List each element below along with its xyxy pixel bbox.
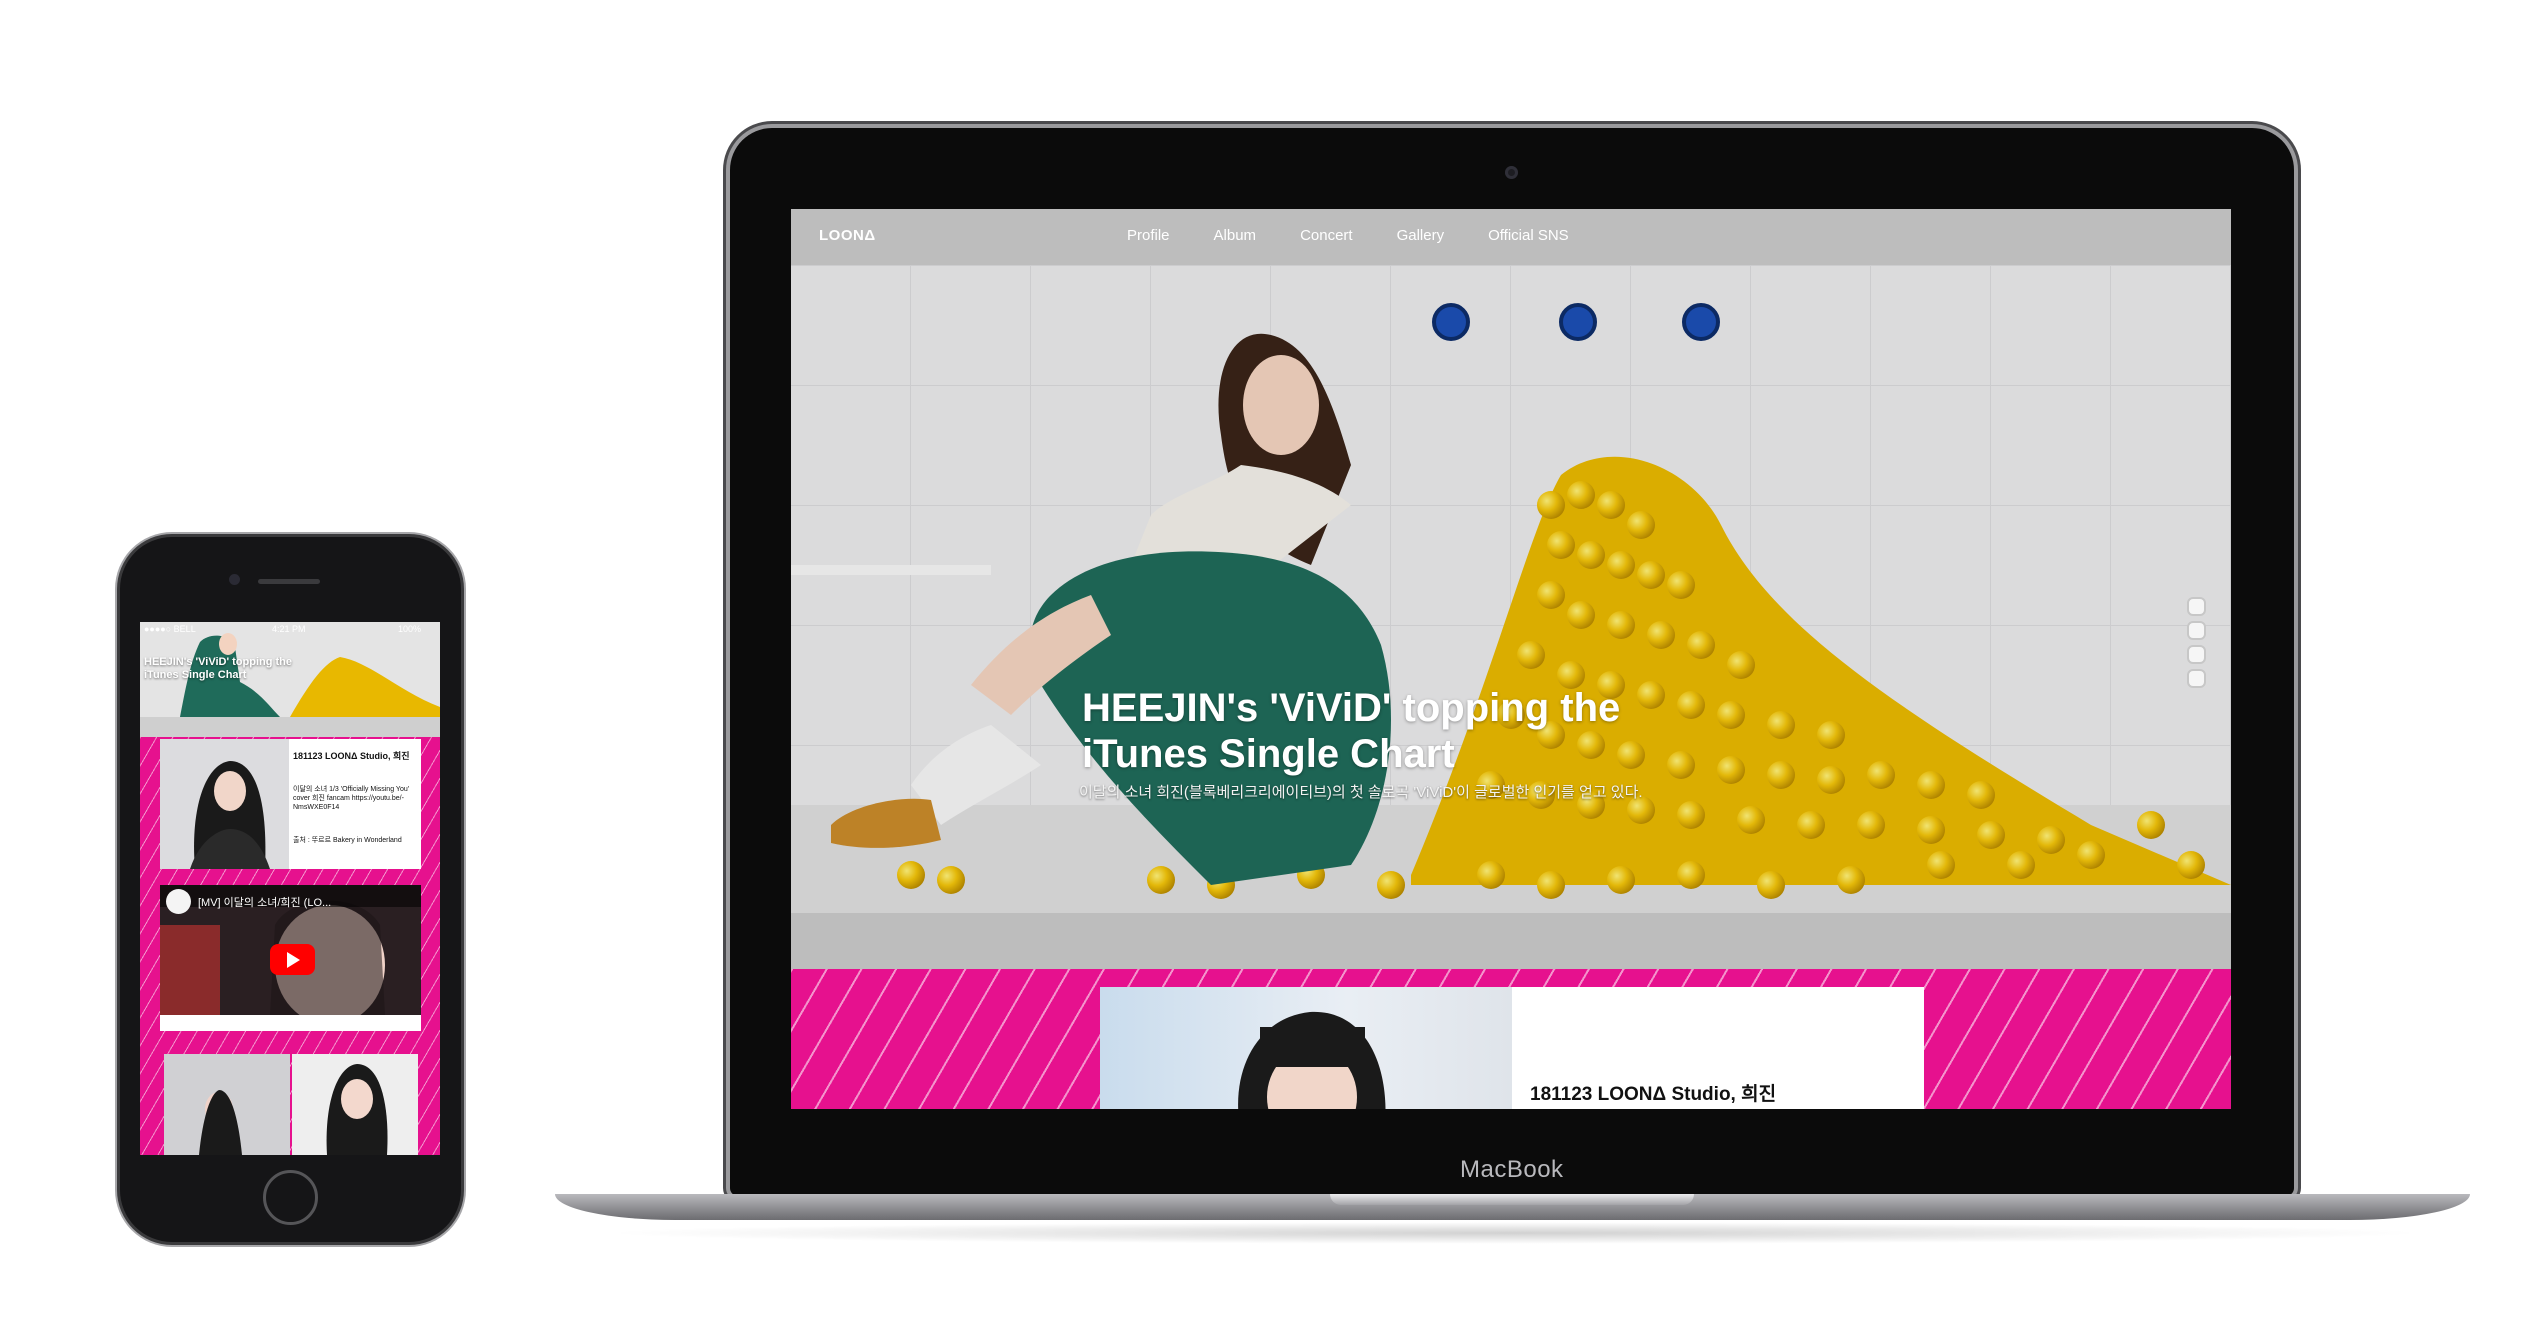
phone-news-card-source: 출처 : 뚜르르 Bakery in Wonderland — [293, 837, 402, 844]
slider-dot-4[interactable] — [2187, 669, 2206, 688]
site-nav: LOONΔ Profile Album Concert Gallery Offi… — [791, 209, 2231, 265]
laptop-camera-icon — [1505, 166, 1518, 179]
home-button-icon[interactable] — [263, 1170, 318, 1225]
news-card-title: 181123 LOONΔ Studio, 희진 — [1530, 1084, 1777, 1105]
gallery-thumb-1[interactable] — [164, 1054, 290, 1155]
phone-hero-title: HEEJIN's 'ViViD' topping the iTunes Sing… — [144, 656, 293, 681]
laptop-shadow — [600, 1222, 2430, 1244]
phone-news-card-title: 181123 LOONΔ Studio, 희진 — [293, 751, 410, 761]
nav-menu: Profile Album Concert Gallery Official S… — [1127, 227, 1569, 244]
slider-dot-3[interactable] — [2187, 645, 2206, 664]
phone-news-card-body: 이달의 소녀 1/3 'Officially Missing You' cove… — [293, 786, 410, 811]
phone-news-card[interactable]: 181123 LOONΔ Studio, 희진 이달의 소녀 1/3 'Offi… — [160, 739, 421, 869]
news-card-image — [1100, 987, 1512, 1109]
nav-item-concert[interactable]: Concert — [1300, 227, 1353, 244]
device-mockup-scene: LOONΔ Profile Album Concert Gallery Offi… — [0, 0, 2546, 1331]
laptop-screen: LOONΔ Profile Album Concert Gallery Offi… — [791, 209, 2231, 1109]
speaker-icon — [258, 579, 320, 584]
phone-section-divider — [140, 717, 440, 737]
status-battery: 100% — [398, 624, 422, 634]
youtube-play-icon[interactable] — [270, 944, 315, 975]
nav-item-official-sns[interactable]: Official SNS — [1488, 227, 1569, 244]
phone-video-embed[interactable]: [MV] 이달의 소녀/희진 (LO... — [160, 885, 421, 1015]
slider-pagination — [2187, 597, 2206, 688]
nav-item-gallery[interactable]: Gallery — [1397, 227, 1445, 244]
gallery-thumb-2[interactable] — [292, 1054, 418, 1155]
hero-image — [791, 265, 2231, 913]
hero-slider: HEEJIN's 'ViViD' topping the iTunes Sing… — [791, 265, 2231, 913]
nav-item-album[interactable]: Album — [1214, 227, 1257, 244]
video-caption-bar — [160, 1015, 421, 1031]
hero-description: 이달의 소녀 희진(블록베리크리에이티브)의 첫 솔로곡 'ViViD'이 글로… — [1079, 784, 1643, 801]
camera-icon — [229, 574, 240, 585]
site-logo[interactable]: LOONΔ — [819, 227, 876, 244]
slider-dot-1[interactable] — [2187, 597, 2206, 616]
nav-item-profile[interactable]: Profile — [1127, 227, 1170, 244]
news-card[interactable]: 181123 LOONΔ Studio, 희진 — [1100, 987, 1924, 1109]
phone-status-bar: ●●●●○ BELL 4:21 PM 100% — [140, 622, 440, 636]
video-title[interactable]: [MV] 이달의 소녀/희진 (LO... — [198, 894, 331, 910]
section-divider — [791, 913, 2231, 969]
phone-news-card-image — [160, 739, 289, 869]
phone-hero: ●●●●○ BELL 4:21 PM 100% HEEJIN's 'ViViD'… — [140, 622, 440, 717]
channel-avatar[interactable] — [166, 889, 191, 914]
hero-title: HEEJIN's 'ViViD' topping the iTunes Sing… — [1082, 686, 1621, 776]
slider-dot-2[interactable] — [2187, 621, 2206, 640]
status-carrier: ●●●●○ BELL — [144, 624, 196, 634]
status-time: 4:21 PM — [272, 624, 306, 634]
phone-screen: ●●●●○ BELL 4:21 PM 100% HEEJIN's 'ViViD'… — [140, 622, 440, 1155]
laptop-hinge-notch — [1330, 1194, 1694, 1205]
laptop-brand-label: MacBook — [1460, 1156, 1564, 1183]
